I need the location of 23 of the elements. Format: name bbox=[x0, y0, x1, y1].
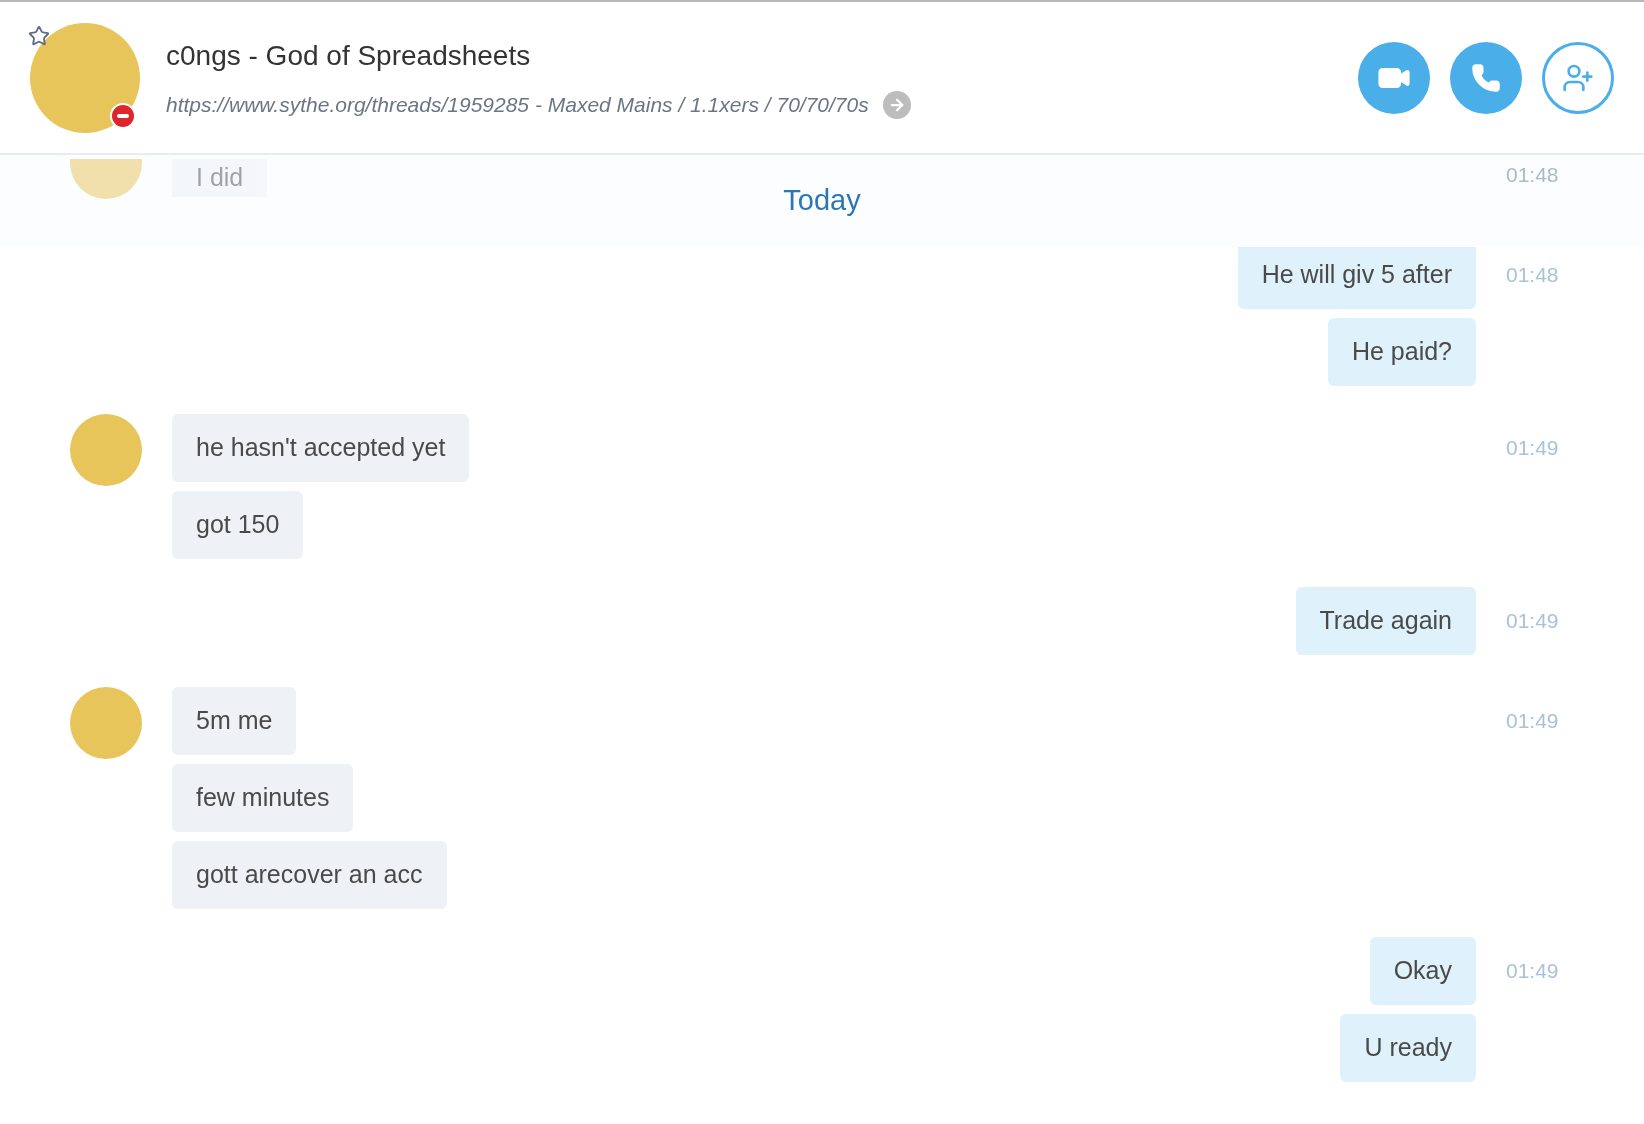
message-bubble: He paid? bbox=[1327, 318, 1476, 386]
message-bubble: few minutes bbox=[172, 764, 354, 832]
message-time: 01:49 bbox=[1506, 958, 1559, 985]
message-time: 01:48 bbox=[1506, 262, 1559, 289]
message-bubble: 5m me bbox=[172, 687, 297, 755]
message-bubble: he hasn't accepted yet bbox=[172, 414, 470, 482]
message-time: 01:49 bbox=[1506, 608, 1559, 635]
message-bubble: Okay bbox=[1369, 937, 1476, 1005]
phone-icon bbox=[1471, 62, 1501, 93]
message-time: 01:48 bbox=[1506, 162, 1560, 188]
message-time: 01:49 bbox=[1506, 435, 1559, 462]
message-time: 01:49 bbox=[1506, 708, 1559, 735]
message-bubble: Trade again bbox=[1295, 587, 1476, 655]
date-divider: Today bbox=[783, 183, 861, 219]
contact-name: c0ngs - God of Spreadsheets bbox=[166, 38, 532, 73]
add-person-button[interactable] bbox=[1542, 41, 1614, 114]
message-bubble: gott arecover an acc bbox=[172, 841, 447, 909]
message-bubble: U ready bbox=[1340, 1014, 1476, 1082]
message-bubble: I did bbox=[172, 159, 268, 197]
favorite-star-icon[interactable] bbox=[28, 24, 50, 47]
mood-message: https://www.sythe.org/threads/1959285 - Maxed Mains / 1.1xers / 70/70/70s bbox=[166, 91, 869, 118]
message-bubble: got 150 bbox=[172, 491, 304, 559]
avatar bbox=[70, 159, 142, 199]
